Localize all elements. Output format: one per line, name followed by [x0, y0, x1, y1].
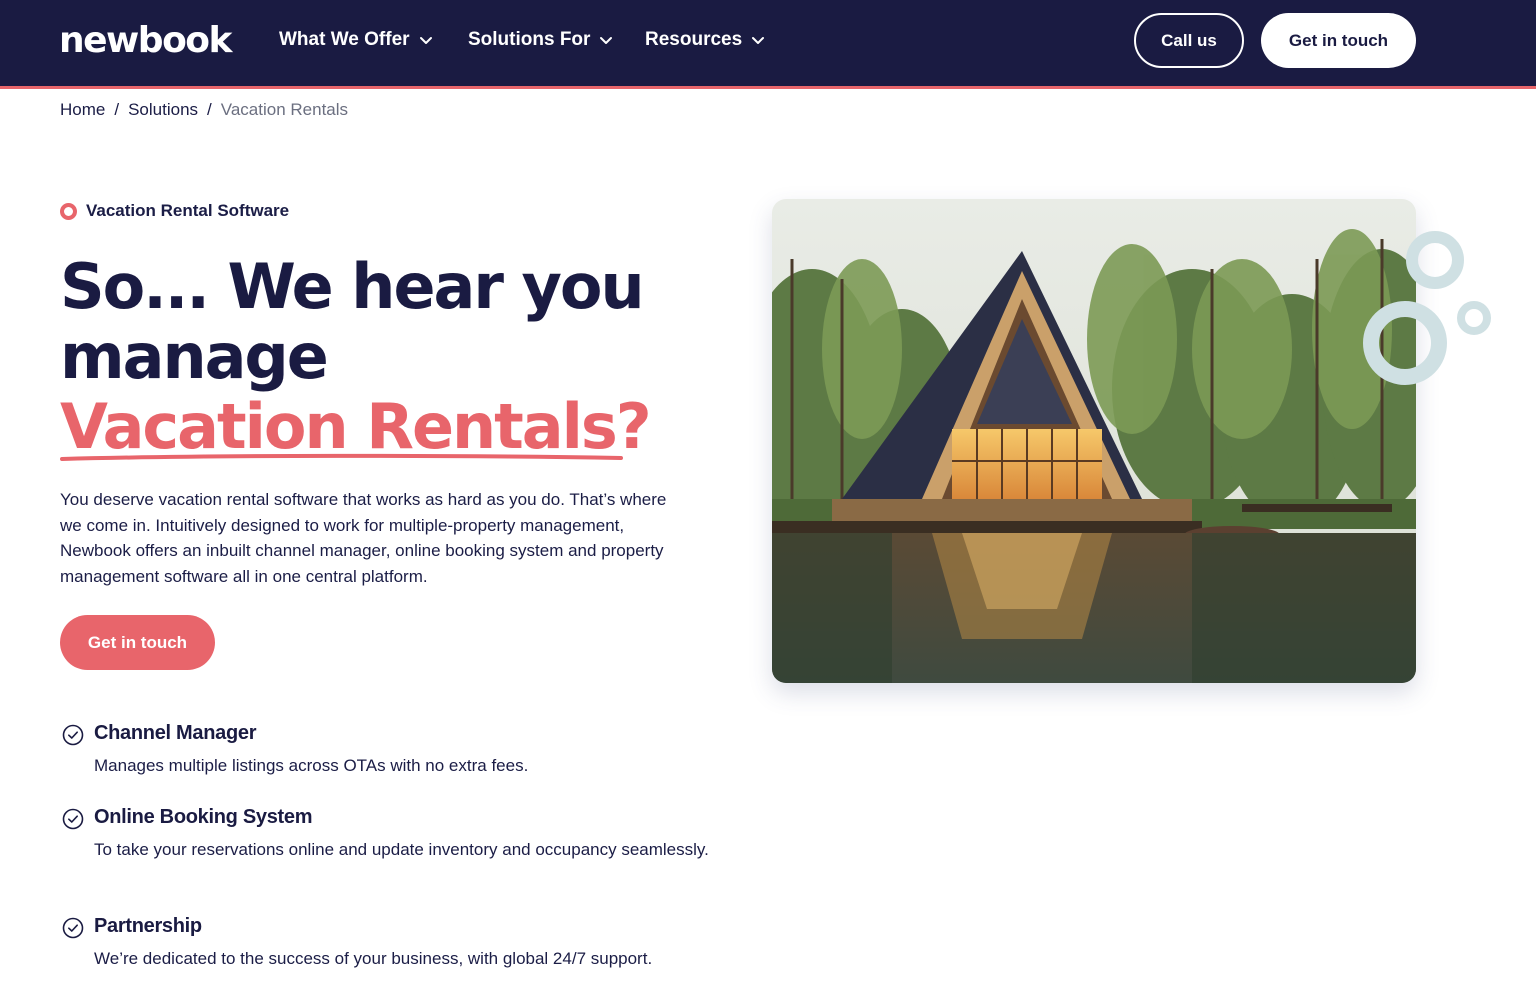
chevron-down-icon — [752, 37, 765, 44]
breadcrumb-current: Vacation Rentals — [220, 100, 349, 119]
chevron-down-icon — [600, 37, 613, 44]
a-frame-cabin-illustration — [772, 199, 1416, 683]
feature-title: Channel Manager — [94, 722, 257, 744]
top-navigation-bar: newbook What We Offer Solutions For Reso… — [0, 0, 1536, 86]
breadcrumb-home[interactable]: Home — [60, 100, 105, 120]
nav-label: Solutions For — [468, 29, 591, 50]
hero-get-in-touch-button[interactable]: Get in touch — [60, 615, 215, 670]
check-circle-icon — [62, 724, 84, 746]
decorative-circles — [1363, 231, 1491, 385]
feature-description: Manages multiple listings across OTAs wi… — [94, 756, 529, 775]
headline-line-1: So... We hear you — [60, 250, 645, 323]
header-get-in-touch-button[interactable]: Get in touch — [1261, 13, 1416, 68]
hero-image — [772, 199, 1416, 683]
ring-dot-icon — [60, 202, 77, 220]
breadcrumb: Home / Solutions / Vacation Rentals — [60, 100, 348, 120]
breadcrumb-solutions[interactable]: Solutions — [128, 100, 198, 120]
feature-title: Online Booking System — [94, 806, 313, 828]
hero-eyebrow: Vacation Rental Software — [60, 201, 289, 221]
feature-title: Partnership — [94, 915, 202, 937]
check-circle-icon — [62, 917, 84, 939]
nav-what-we-offer[interactable]: What We Offer — [279, 26, 434, 54]
headline-underline — [60, 453, 623, 461]
page-title: So... We hear you manage Vacation Rental… — [60, 250, 652, 462]
nav-label: What We Offer — [279, 29, 410, 50]
newbook-logo[interactable]: newbook — [59, 20, 232, 61]
nav-label: Resources — [645, 29, 743, 50]
call-us-button[interactable]: Call us — [1134, 13, 1244, 68]
nav-solutions-for[interactable]: Solutions For — [468, 26, 614, 54]
eyebrow-label: Vacation Rental Software — [86, 201, 290, 220]
chevron-down-icon — [419, 37, 432, 44]
feature-description: We’re dedicated to the success of your b… — [94, 949, 653, 968]
feature-description: To take your reservations online and upd… — [94, 840, 709, 859]
hero-intro-text: You deserve vacation rental software tha… — [60, 490, 667, 586]
breadcrumb-separator: / — [207, 100, 212, 119]
breadcrumb-separator: / — [114, 100, 120, 119]
headline-line-2: manage — [60, 320, 329, 393]
check-circle-icon — [62, 808, 84, 830]
header-accent-line — [0, 86, 1536, 89]
nav-resources[interactable]: Resources — [645, 26, 766, 54]
